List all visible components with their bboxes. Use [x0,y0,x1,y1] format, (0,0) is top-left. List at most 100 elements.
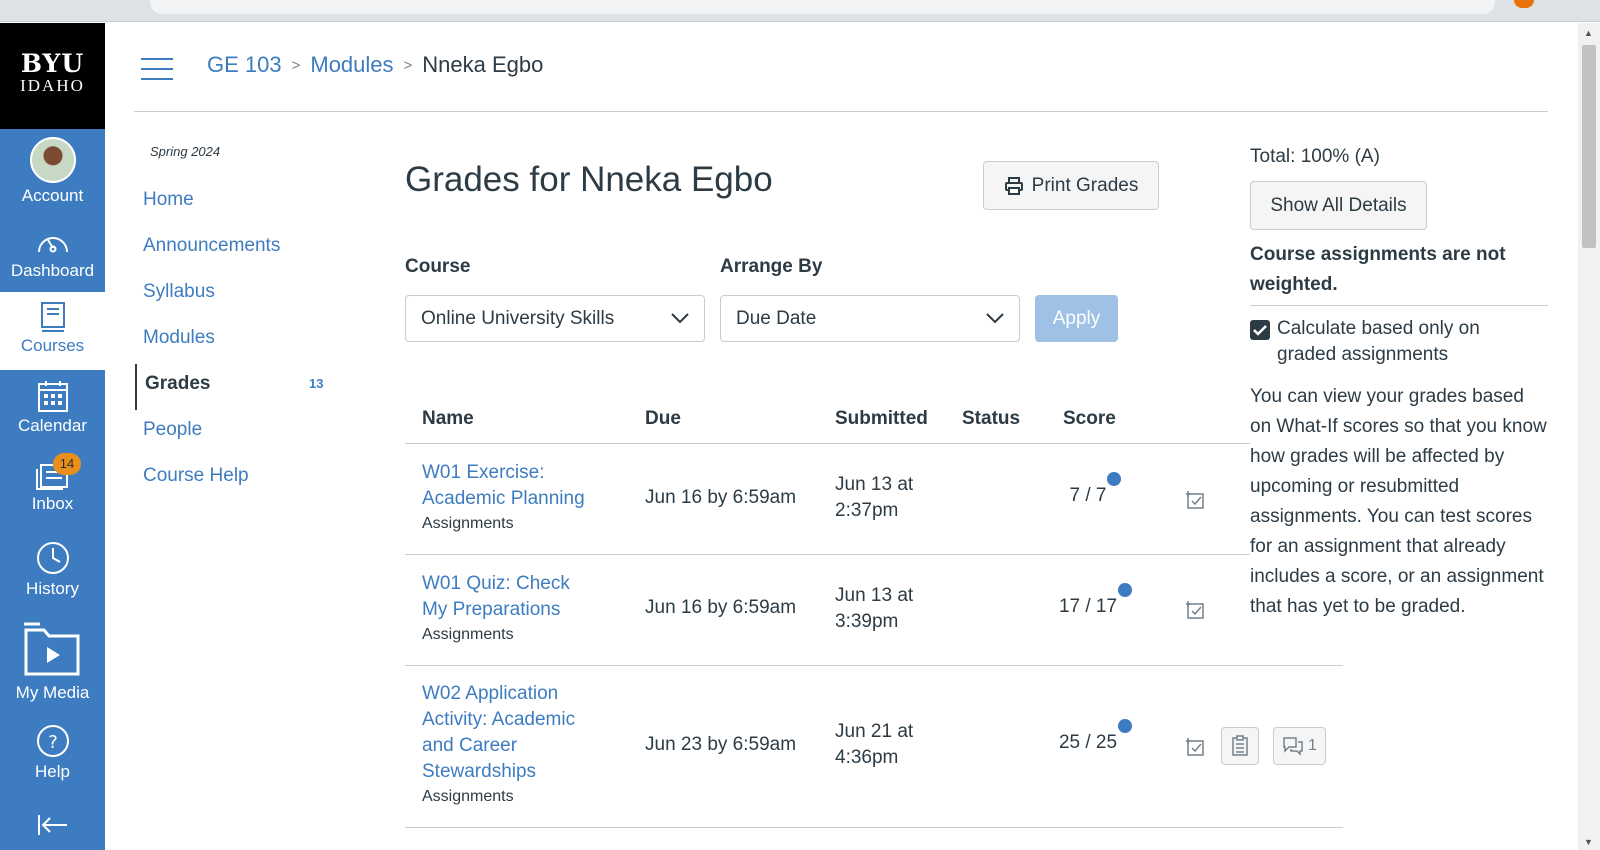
chevron-down-icon [986,313,1004,324]
submitted-line: Jun 13 at [835,585,914,606]
arrange-by-label: Arrange By [720,256,823,277]
submitted-date: Jun 13 at 2:37pm [835,472,913,524]
sidebar-divider [1250,305,1548,306]
arrange-by-select[interactable]: Due Date [720,295,1020,342]
column-header-due[interactable]: Due [645,408,681,430]
inbox-unread-badge: 14 [53,453,81,475]
rubric-icon [1232,735,1248,756]
page-title: Grades for Nneka Egbo [405,160,773,199]
global-nav-my-media[interactable]: My Media [0,620,105,703]
breadcrumb-modules[interactable]: Modules [310,52,393,78]
global-nav-label: Help [35,762,70,781]
due-date: Jun 23 by 6:59am [645,734,797,755]
global-nav-courses[interactable]: Courses [0,292,105,370]
course-select[interactable]: Online University Skills [405,295,705,342]
column-header-name[interactable]: Name [422,408,474,430]
breadcrumb-course[interactable]: GE 103 [207,52,282,78]
global-nav-label: History [26,579,79,598]
global-nav-label: Calendar [18,416,87,435]
submission-icon[interactable] [1185,600,1207,620]
unread-score-dot [1107,472,1121,486]
global-nav-dashboard[interactable]: Dashboard [0,228,105,281]
breadcrumb-separator-icon: > [403,56,413,74]
course-menu-toggle[interactable] [141,58,173,80]
assignment-link[interactable]: W01 Quiz: Check My Preparations [422,571,570,623]
unread-score-dot [1118,583,1132,597]
courses-icon [40,302,65,332]
help-icon: ? [36,725,69,757]
browser-profile-icon[interactable] [1514,0,1534,8]
unread-score-dot [1118,719,1132,733]
global-nav-history[interactable]: History [0,540,105,599]
global-nav-help[interactable]: ? Help [0,723,105,782]
scrollbar-thumb[interactable] [1582,45,1596,248]
printer-icon [1004,176,1023,195]
global-nav-label: Courses [20,336,85,355]
course-nav-announcements[interactable]: Announcements [135,226,335,272]
rubric-button[interactable] [1221,727,1259,765]
course-nav-modules[interactable]: Modules [135,318,335,364]
arrange-by-value: Due Date [736,307,817,329]
assignment-name-line: W01 Exercise: [422,462,545,483]
course-nav-home[interactable]: Home [135,180,335,226]
apply-button[interactable]: Apply [1035,295,1118,342]
graded-only-label[interactable]: Calculate based only on graded assignmen… [1277,316,1537,368]
score-value[interactable]: 7 / 7 [1043,485,1133,507]
logo-line2: IDAHO [20,76,85,95]
global-nav-inbox[interactable]: 14 Inbox [0,453,105,514]
collapse-nav-button[interactable] [0,813,105,837]
table-divider [405,665,1343,666]
submitted-line: 2:37pm [835,500,899,521]
browser-toolbar [0,0,1600,22]
submitted-line: 3:39pm [835,611,899,632]
column-header-submitted[interactable]: Submitted [835,408,928,430]
course-nav-people[interactable]: People [135,410,335,456]
column-header-score[interactable]: Score [1063,408,1116,430]
address-bar[interactable] [150,0,1495,14]
svg-text:?: ? [48,732,58,753]
global-nav-calendar[interactable]: Calendar [0,379,105,436]
scroll-down-arrow-icon[interactable]: ▼ [1584,837,1593,847]
comments-button[interactable]: 1 [1273,727,1326,765]
global-nav-account[interactable]: Account [0,137,105,206]
due-date: Jun 16 by 6:59am [645,597,797,618]
table-divider [405,827,1343,828]
assignment-name-line: W02 Application [422,683,559,704]
graded-only-checkbox[interactable] [1250,320,1270,340]
table-divider [405,443,1250,444]
submitted-line: Jun 13 at [835,474,914,495]
dashboard-icon [37,237,68,253]
show-all-details-button[interactable]: Show All Details [1250,181,1427,230]
score-value[interactable]: 17 / 17 [1043,596,1133,618]
scroll-up-arrow-icon[interactable]: ▲ [1584,28,1593,38]
assignment-name-cell: W01 Quiz: Check My Preparations Assignme… [422,571,570,647]
assignment-category: Assignments [422,515,514,532]
assignment-link[interactable]: W02 Application Activity: Academic and C… [422,681,575,785]
submitted-date: Jun 13 at 3:39pm [835,583,913,635]
assignment-name-line: Stewardships [422,761,537,782]
checkmark-icon [1253,325,1267,336]
course-nav-course-help[interactable]: Course Help [135,456,335,502]
global-nav: BYU IDAHO Account Dashboard Courses Cale… [0,23,105,850]
grades-count-badge: 13 [309,376,324,391]
history-icon [36,542,69,574]
course-nav-syllabus[interactable]: Syllabus [135,272,335,318]
print-grades-button[interactable]: Print Grades [983,161,1159,210]
score-value[interactable]: 25 / 25 [1043,732,1133,754]
submission-icon[interactable] [1185,490,1207,510]
term-label: Spring 2024 [150,144,221,159]
assignment-link[interactable]: W01 Exercise: Academic Planning [422,460,585,512]
byu-idaho-logo[interactable]: BYU IDAHO [0,23,105,129]
assignment-category: Assignments [422,626,514,643]
submitted-date: Jun 21 at 4:36pm [835,719,913,771]
comments-count: 1 [1308,737,1317,754]
course-nav-grades[interactable]: Grades 13 [135,364,335,410]
chevron-down-icon [671,313,689,324]
assignment-name-line: Activity: Academic [422,709,576,730]
assignment-name-cell: W01 Exercise: Academic Planning Assignme… [422,460,585,536]
column-header-status[interactable]: Status [962,408,1020,430]
global-nav-label: My Media [15,683,90,702]
submission-icon[interactable] [1185,737,1207,757]
submitted-line: Jun 21 at [835,721,914,742]
breadcrumb-current: Nneka Egbo [422,52,544,77]
